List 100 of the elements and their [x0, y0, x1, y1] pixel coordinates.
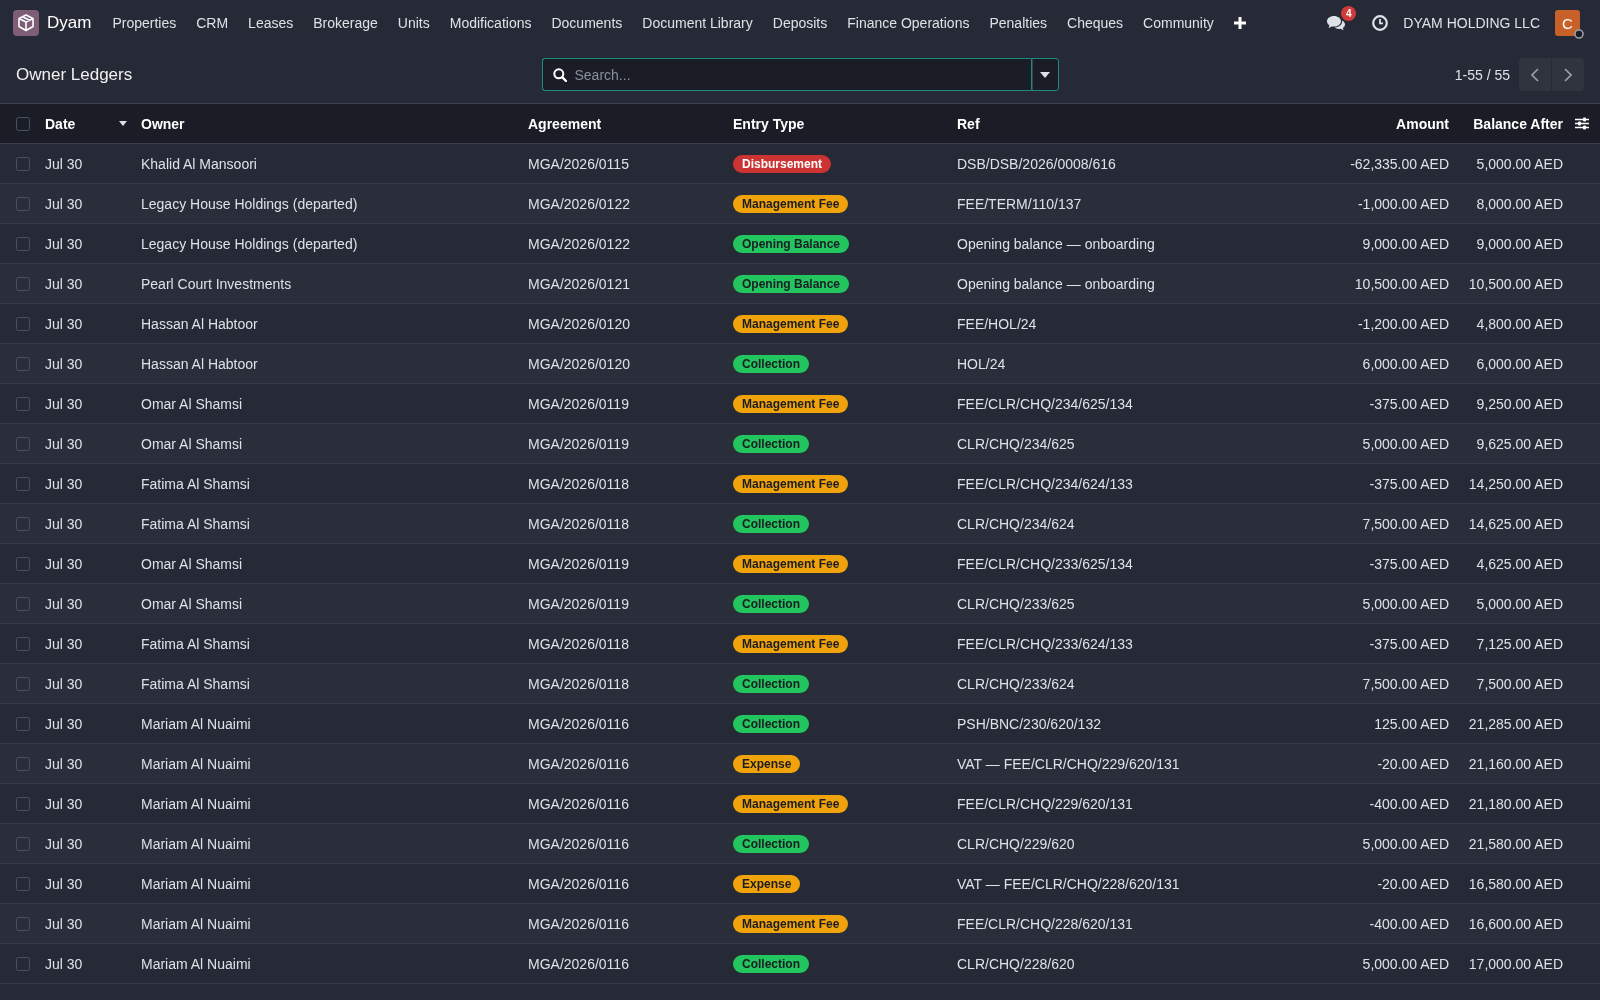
table-cell: MGA/2026/0118	[528, 515, 629, 532]
table-cell: 21,180.00 AED	[1468, 795, 1563, 812]
entry-type-tag: Management Fee	[733, 914, 849, 933]
table-cell: 6,000.00 AED	[1476, 355, 1563, 372]
row-checkbox[interactable]	[16, 436, 30, 451]
entry-type-tag: Opening Balance	[733, 234, 850, 253]
row-checkbox[interactable]	[16, 836, 30, 851]
table-cell: MGA/2026/0122	[528, 195, 630, 212]
menu-item[interactable]: Document Library	[632, 0, 763, 46]
column-header[interactable]: Date	[45, 115, 76, 132]
menu-item[interactable]: Deposits	[762, 0, 838, 46]
table-cell: 17,000.00 AED	[1468, 955, 1563, 972]
table-cell: -20.00 AED	[1377, 875, 1449, 892]
table-cell: 4,625.00 AED	[1476, 555, 1563, 572]
menu-item[interactable]: Documents	[541, 0, 633, 46]
row-checkbox[interactable]	[16, 356, 30, 371]
column-header[interactable]: Ref	[957, 115, 980, 132]
row-checkbox[interactable]	[16, 676, 30, 691]
table-cell: VAT — FEE/CLR/CHQ/229/620/131	[957, 755, 1180, 772]
row-checkbox[interactable]	[16, 956, 30, 971]
menu-item[interactable]: Brokerage	[303, 0, 388, 46]
entry-type-tag: Management Fee	[733, 394, 849, 413]
entry-type-tag: Collection	[733, 714, 809, 733]
page-title: Owner Ledgers	[15, 64, 133, 85]
table-cell: 9,000.00 AED	[1476, 235, 1563, 252]
row-checkbox[interactable]	[16, 796, 30, 811]
table-cell: 5,000.00 AED	[1362, 835, 1449, 852]
table-cell: Jul 30	[45, 875, 83, 892]
row-checkbox[interactable]	[16, 916, 30, 931]
table-cell: Omar Al Shamsi	[141, 595, 243, 612]
menu-item[interactable]: Finance Operations	[837, 0, 980, 46]
entry-type-tag: Management Fee	[733, 554, 849, 573]
column-header[interactable]: Entry Type	[733, 115, 805, 132]
entry-type-tag: Opening Balance	[733, 274, 850, 293]
row-checkbox[interactable]	[16, 756, 30, 771]
sliders-icon[interactable]	[1574, 117, 1589, 130]
table-cell: MGA/2026/0120	[528, 355, 630, 372]
entry-type-tag: Collection	[733, 514, 809, 533]
row-checkbox[interactable]	[16, 236, 30, 251]
table-cell: Jul 30	[45, 915, 83, 932]
menu-item[interactable]: Modifications	[439, 0, 542, 46]
table-cell: Legacy House Holdings (departed)	[141, 195, 358, 212]
column-header[interactable]: Amount	[1396, 115, 1449, 132]
table-cell: Hassan Al Habtoor	[141, 315, 258, 332]
menu-item[interactable]: Leases	[238, 0, 304, 46]
select-all-checkbox[interactable]	[16, 116, 30, 131]
table-cell: Mariam Al Nuaimi	[141, 915, 251, 932]
chat-icon[interactable]	[1327, 15, 1346, 31]
table-cell: FEE/CLR/CHQ/228/620/131	[957, 915, 1133, 932]
table-cell: 6,000.00 AED	[1362, 355, 1449, 372]
clock-icon[interactable]	[1372, 15, 1389, 31]
plus-icon[interactable]	[1233, 17, 1246, 29]
table-cell: Fatima Al Shamsi	[141, 475, 250, 492]
table-cell: Jul 30	[45, 195, 83, 212]
menu-item[interactable]: Penalties	[979, 0, 1058, 46]
app-name[interactable]: Dyam	[47, 13, 92, 33]
user-avatar[interactable]: C	[1555, 10, 1580, 36]
table-cell: -20.00 AED	[1377, 755, 1449, 772]
table-cell: MGA/2026/0118	[528, 675, 629, 692]
table-cell: HOL/24	[957, 355, 1006, 372]
app-logo-icon[interactable]	[13, 10, 39, 36]
previous-page-button[interactable]	[1519, 58, 1551, 91]
column-header[interactable]: Owner	[141, 115, 185, 132]
table-cell: MGA/2026/0116	[528, 875, 629, 892]
row-checkbox[interactable]	[16, 156, 30, 171]
row-checkbox[interactable]	[16, 596, 30, 611]
row-checkbox[interactable]	[16, 316, 30, 331]
row-checkbox[interactable]	[16, 276, 30, 291]
table-cell: 9,625.00 AED	[1476, 435, 1563, 452]
menu-item[interactable]: Cheques	[1057, 0, 1134, 46]
menu-item[interactable]: Properties	[102, 0, 187, 46]
row-checkbox[interactable]	[16, 716, 30, 731]
column-header[interactable]: Agreement	[528, 115, 602, 132]
menu-item[interactable]: Community	[1133, 0, 1224, 46]
menu-item[interactable]: Units	[387, 0, 440, 46]
entry-type-tag: Management Fee	[733, 474, 849, 493]
table-cell: Fatima Al Shamsi	[141, 635, 250, 652]
row-checkbox[interactable]	[16, 396, 30, 411]
entry-type-tag: Management Fee	[733, 634, 849, 653]
table-cell: Legacy House Holdings (departed)	[141, 235, 358, 252]
table-cell: Mariam Al Nuaimi	[141, 795, 251, 812]
table-cell: CLR/CHQ/228/620	[957, 955, 1075, 972]
search-options-button[interactable]	[1030, 58, 1059, 91]
row-checkbox[interactable]	[16, 636, 30, 651]
table-cell: FEE/HOL/24	[957, 315, 1037, 332]
row-checkbox[interactable]	[16, 196, 30, 211]
table-cell: DSB/DSB/2026/0008/616	[957, 155, 1116, 172]
row-checkbox[interactable]	[16, 876, 30, 891]
table-cell: 4,800.00 AED	[1476, 315, 1563, 332]
next-page-button[interactable]	[1552, 58, 1584, 91]
column-header[interactable]: Balance After	[1473, 115, 1563, 132]
table-cell: MGA/2026/0116	[528, 715, 629, 732]
menu-item[interactable]: CRM	[186, 0, 239, 46]
search-field[interactable]: Search...	[541, 58, 1031, 91]
row-checkbox[interactable]	[16, 476, 30, 491]
pager-value[interactable]: 1-55 / 55	[1454, 66, 1510, 83]
row-checkbox[interactable]	[16, 516, 30, 531]
row-checkbox[interactable]	[16, 556, 30, 571]
table-cell: Jul 30	[45, 395, 83, 412]
company-name[interactable]: DYAM HOLDING LLC	[1403, 15, 1540, 31]
